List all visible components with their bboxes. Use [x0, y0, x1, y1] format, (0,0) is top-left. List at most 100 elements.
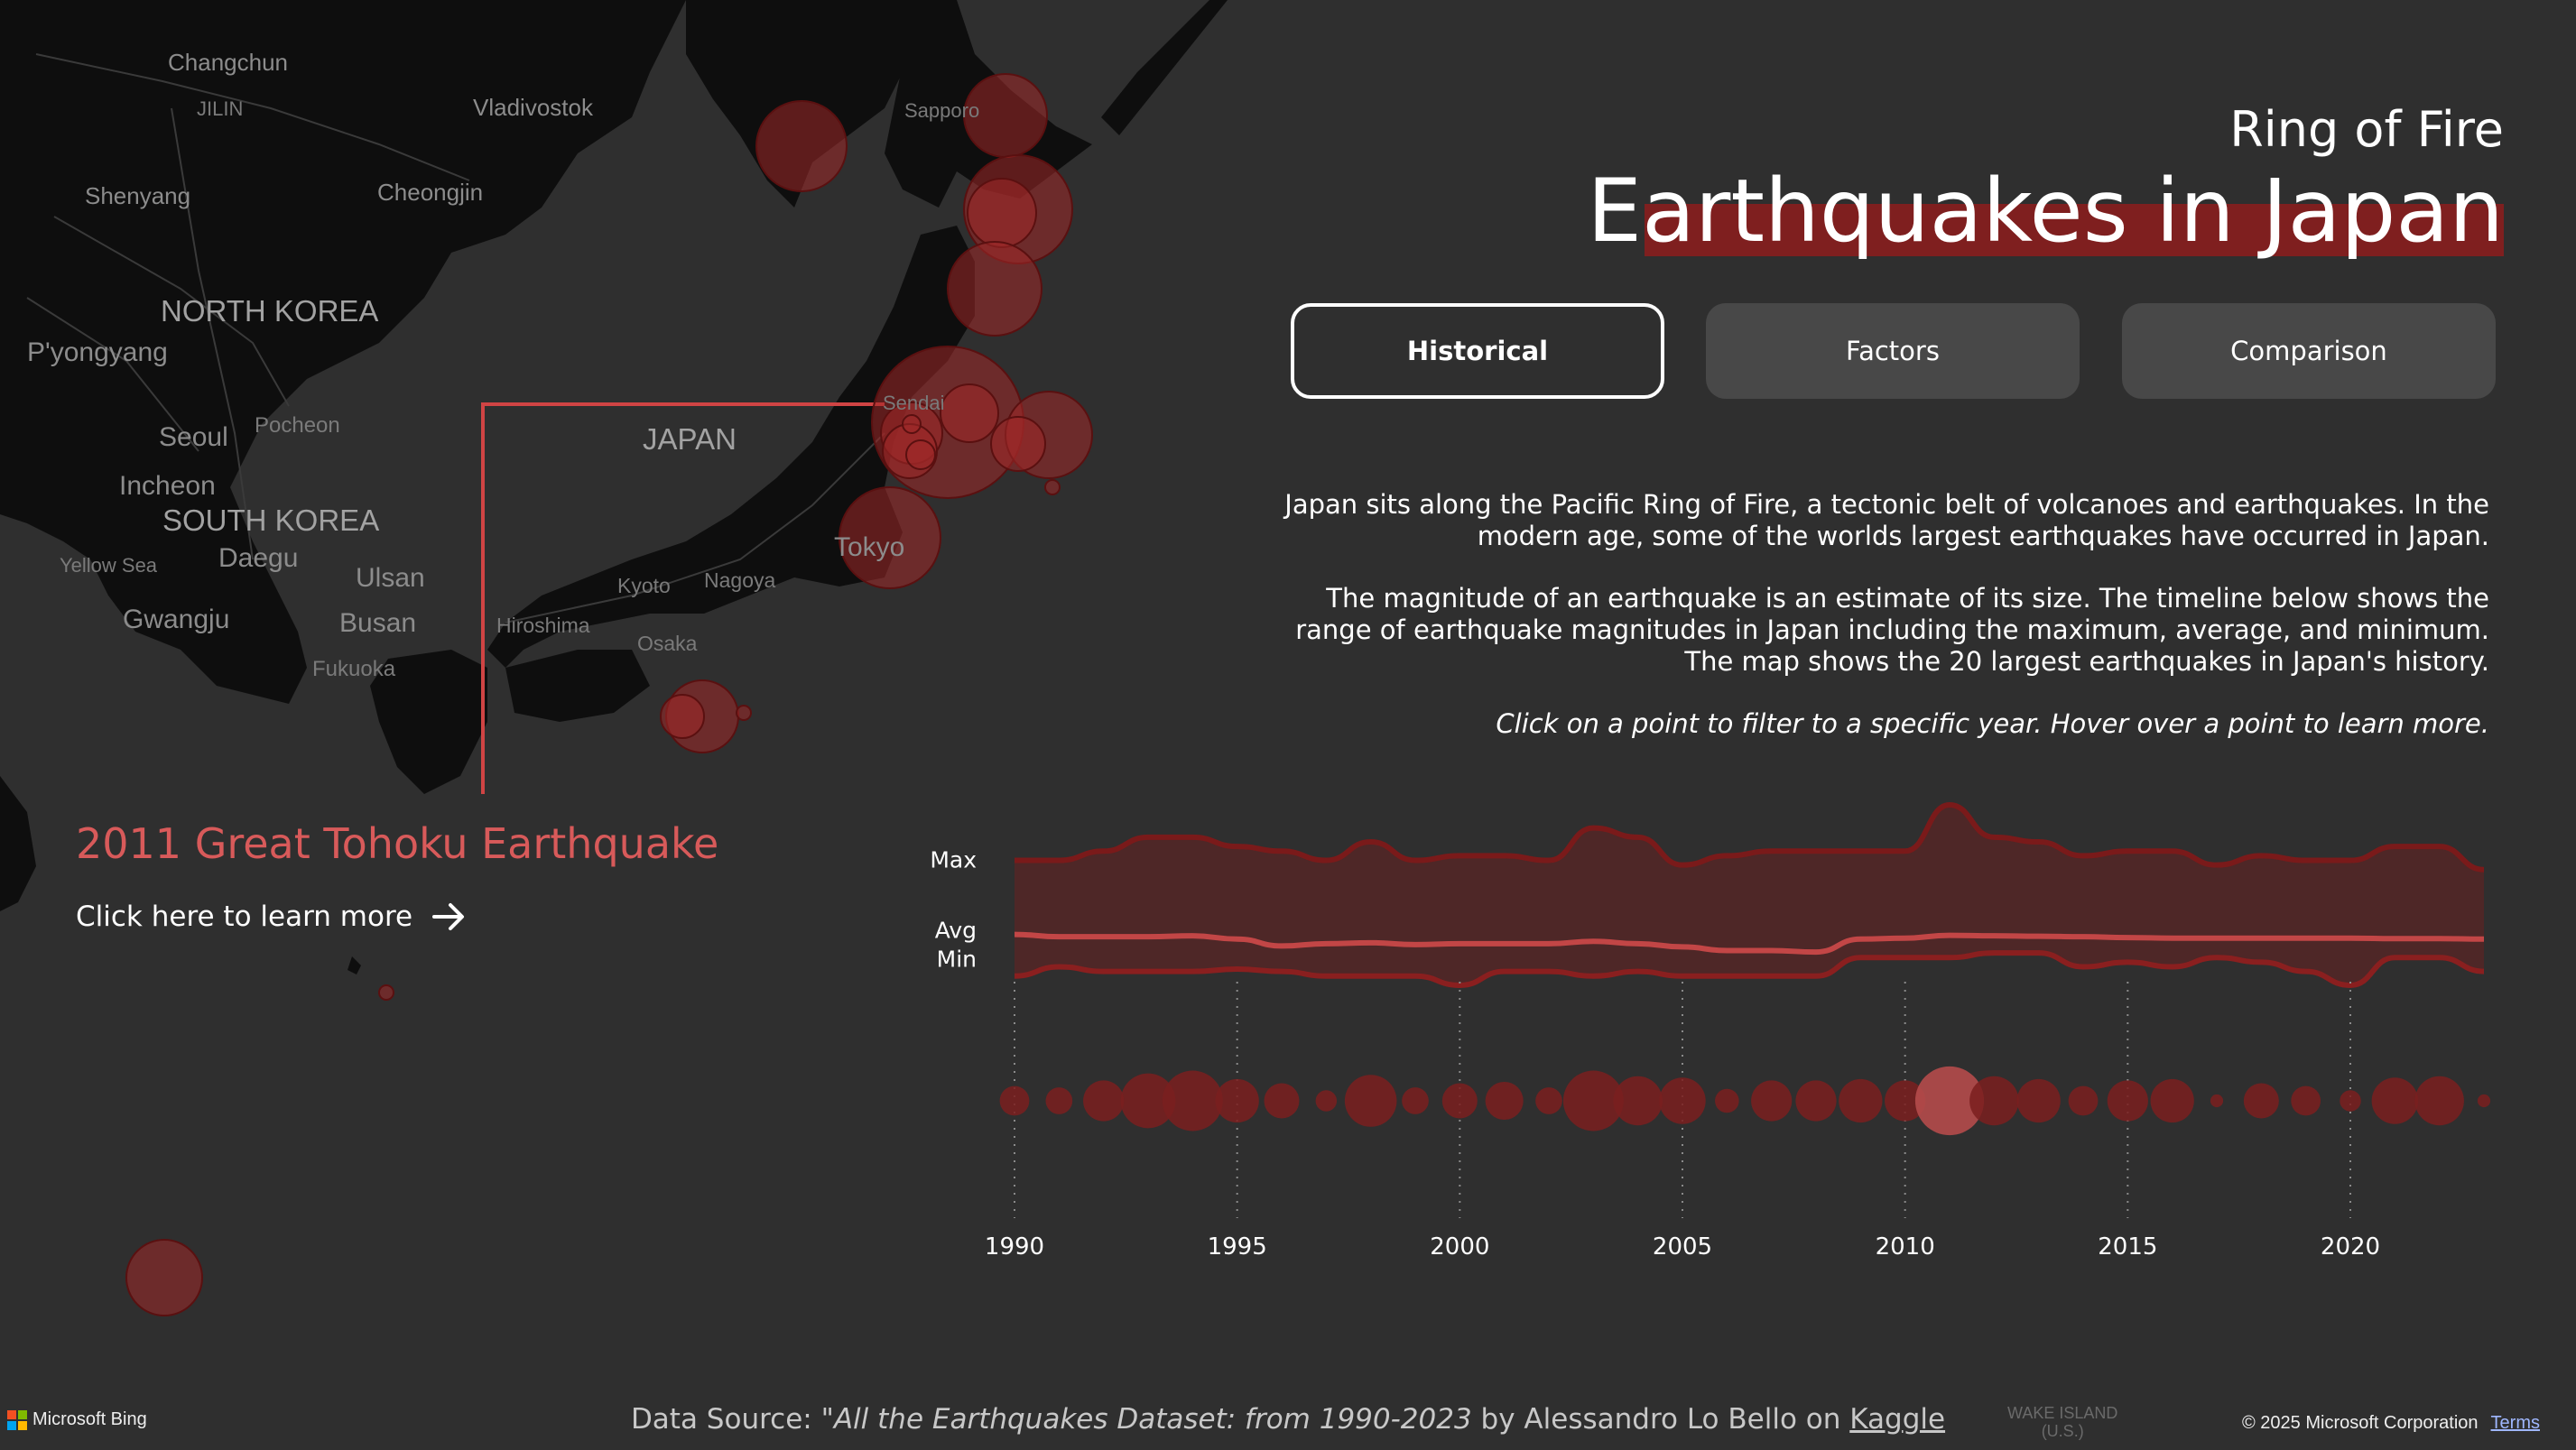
year-bubble-2009[interactable] [1839, 1078, 1883, 1123]
year-bubble-2023[interactable] [2477, 1094, 2491, 1108]
kaggle-link[interactable]: Kaggle [1849, 1403, 1945, 1436]
microsoft-logo-icon [7, 1409, 27, 1430]
series-label-min: Min [937, 947, 977, 973]
arrow-right-icon [432, 903, 465, 930]
map-label-nagoya: Nagoya [704, 568, 776, 592]
year-bubble-2012[interactable] [1969, 1076, 2019, 1126]
x-tick-label: 1995 [1208, 1233, 1267, 1261]
description-paragraph-1: Japan sits along the Pacific Ring of Fir… [1284, 489, 2489, 551]
year-bubble-2014[interactable] [2068, 1085, 2099, 1116]
bing-attribution[interactable]: Microsoft Bing [7, 1409, 147, 1430]
tab-historical[interactable]: Historical [1291, 303, 1664, 399]
map-label-changchun: Changchun [168, 49, 288, 76]
map-label-daegu: Daegu [218, 543, 299, 573]
magnitude-timeline-chart[interactable]: Max Avg Min 1990 1995 2000 2005 2010 2015 2020 [903, 794, 2527, 1281]
year-bubble-2007[interactable] [1751, 1080, 1793, 1122]
year-bubble-2002[interactable] [1535, 1087, 1562, 1114]
year-bubble-2020[interactable] [2340, 1090, 2361, 1112]
map-label-osaka: Osaka [637, 632, 698, 655]
year-bubble-2021[interactable] [2371, 1077, 2419, 1124]
year-bubble-2001[interactable] [1485, 1081, 1524, 1121]
year-bubble-2017[interactable] [2210, 1094, 2224, 1108]
map-quake-circle[interactable] [990, 416, 1046, 472]
terms-link[interactable]: Terms [2491, 1413, 2540, 1433]
map-quake-circle[interactable] [125, 1239, 203, 1316]
map-label-fukuoka: Fukuoka [312, 657, 396, 681]
x-tick-label: 2010 [1876, 1233, 1935, 1261]
year-bubble-1990[interactable] [999, 1085, 1030, 1116]
source-author: by Alessandro Lo Bello on [1471, 1403, 1850, 1436]
x-tick-label: 2020 [2321, 1233, 2380, 1261]
x-tick-label: 2005 [1653, 1233, 1712, 1261]
year-bubble-2005[interactable] [1659, 1077, 1706, 1124]
map-quake-circle[interactable] [967, 178, 1037, 248]
map-label-south-korea: SOUTH KOREA [162, 503, 380, 537]
year-bubble-2016[interactable] [2150, 1078, 2194, 1123]
year-bubble-2000[interactable] [1441, 1083, 1478, 1119]
map-label-yellow-sea: Yellow Sea [60, 554, 158, 577]
bing-label: Microsoft Bing [32, 1409, 147, 1429]
year-bubble-2015[interactable] [2107, 1080, 2148, 1122]
series-label-max: Max [930, 847, 977, 873]
copyright-text: © 2025 Microsoft Corporation [2242, 1413, 2479, 1433]
description-instructions: Click on a point to filter to a specific… [1496, 708, 2489, 739]
year-bubble-2008[interactable] [1795, 1080, 1837, 1122]
source-dataset-name: "All the Earthquakes Dataset: from 1990-… [820, 1403, 1472, 1436]
x-tick-label: 2000 [1430, 1233, 1489, 1261]
map-copyright: © 2025 Microsoft Corporation Terms [2242, 1413, 2540, 1434]
map-label-shenyang: Shenyang [85, 182, 191, 209]
x-tick-label: 1990 [985, 1233, 1044, 1261]
map-label-hiroshima: Hiroshima [496, 614, 590, 637]
map-label-ulsan: Ulsan [356, 563, 425, 593]
map-label-gwangju: Gwangju [123, 605, 230, 634]
page-title: Earthquakes in Japan [1587, 161, 2504, 262]
map-label-pocheon: Pocheon [255, 413, 340, 438]
year-bubble-2018[interactable] [2243, 1083, 2279, 1119]
data-source-footer: Data Source: "All the Earthquakes Datase… [0, 1403, 2576, 1436]
map-quake-circle[interactable] [940, 383, 999, 443]
map-label-tokyo: Tokyo [834, 532, 905, 562]
map-label-jilin: JILIN [197, 97, 244, 120]
map-label-busan: Busan [339, 608, 417, 638]
year-bubble-1995[interactable] [1215, 1078, 1259, 1123]
tab-comparison[interactable]: Comparison [2122, 303, 2496, 399]
map-label-vladivostok: Vladivostok [473, 94, 593, 121]
map-label-incheon: Incheon [119, 471, 216, 501]
learn-more-label: Click here to learn more [76, 900, 413, 933]
source-prefix: Data Source: [630, 1403, 821, 1436]
learn-more-link[interactable]: Click here to learn more [76, 900, 465, 933]
map-label-kyoto: Kyoto [617, 574, 671, 597]
map-quake-circle[interactable] [755, 100, 848, 192]
map-label-cheongjin: Cheongjin [377, 179, 484, 206]
map-label-seoul: Seoul [159, 422, 228, 452]
year-bubble-1991[interactable] [1045, 1087, 1073, 1114]
range-band [1015, 805, 2484, 985]
year-bubble-2004[interactable] [1613, 1076, 1663, 1126]
description-paragraph-2: The magnitude of an earthquake is an est… [1295, 583, 2489, 677]
map-label-pyongyang: P'yongyang [27, 337, 168, 367]
map-label-north-korea: NORTH KOREA [161, 294, 379, 328]
year-bubble-1998[interactable] [1344, 1075, 1397, 1127]
map-quake-circle[interactable] [947, 241, 1042, 337]
map-quake-circle[interactable] [1044, 479, 1061, 495]
map-quake-circle[interactable] [902, 414, 922, 434]
series-label-avg: Avg [935, 918, 977, 944]
year-bubble-1992[interactable] [1083, 1080, 1125, 1122]
map-label-sendai: Sendai [883, 392, 945, 414]
map-quake-circle[interactable] [736, 705, 752, 721]
tab-factors[interactable]: Factors [1706, 303, 2080, 399]
year-bubble-2006[interactable] [1715, 1088, 1739, 1113]
callout-title[interactable]: 2011 Great Tohoku Earthquake [76, 819, 718, 868]
year-bubble-2022[interactable] [2414, 1076, 2464, 1126]
year-bubble-1996[interactable] [1264, 1083, 1300, 1119]
year-bubble-1994[interactable] [1162, 1070, 1223, 1131]
year-bubble-2019[interactable] [2291, 1085, 2321, 1116]
map-quake-circle[interactable] [660, 694, 705, 739]
page-subtitle: Ring of Fire [2229, 101, 2504, 158]
year-bubble-2013[interactable] [2016, 1078, 2061, 1123]
map-quake-circle[interactable] [378, 984, 394, 1001]
x-tick-label: 2015 [2098, 1233, 2157, 1261]
map-quake-circle[interactable] [905, 439, 936, 470]
year-bubble-1997[interactable] [1315, 1090, 1338, 1112]
year-bubble-1999[interactable] [1402, 1087, 1429, 1114]
